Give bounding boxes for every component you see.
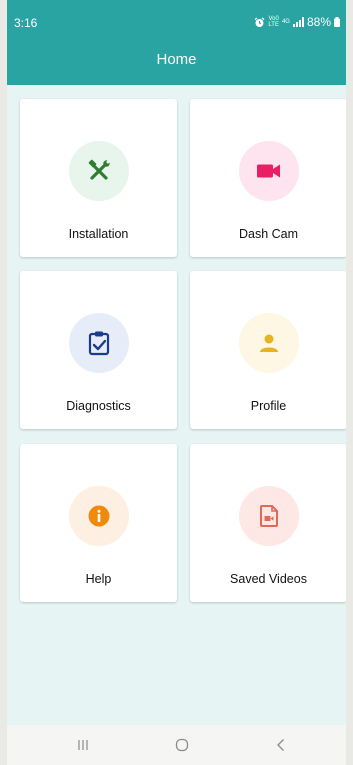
profile-card[interactable]: Profile bbox=[190, 271, 346, 429]
saved-videos-label: Saved Videos bbox=[230, 572, 307, 586]
status-time: 3:16 bbox=[14, 16, 38, 30]
profile-icon-circle bbox=[239, 313, 299, 373]
video-file-icon bbox=[260, 505, 278, 527]
saved-videos-card[interactable]: Saved Videos bbox=[190, 444, 346, 602]
help-card[interactable]: Help bbox=[20, 444, 177, 602]
saved-videos-icon-circle bbox=[239, 486, 299, 546]
recent-apps-icon bbox=[78, 740, 88, 750]
status-icons: Vo0 LTE 4G 88% bbox=[254, 15, 340, 29]
alarm-icon bbox=[255, 16, 265, 27]
dash-cam-icon-circle bbox=[239, 141, 299, 201]
diagnostics-card[interactable]: Diagnostics bbox=[20, 271, 177, 429]
help-icon-circle bbox=[69, 486, 129, 546]
phone-screen: 3:16 Vo0 LTE 4G 88% Home Installation Da… bbox=[7, 0, 346, 765]
person-icon bbox=[260, 334, 278, 352]
back-button[interactable] bbox=[269, 737, 293, 753]
installation-label: Installation bbox=[68, 227, 129, 241]
home-button[interactable] bbox=[170, 737, 194, 753]
diagnostics-label: Diagnostics bbox=[66, 399, 131, 413]
page-title: Home bbox=[156, 51, 197, 68]
installation-card[interactable]: Installation bbox=[20, 99, 177, 257]
battery-icon bbox=[334, 17, 340, 27]
recent-apps-button[interactable] bbox=[71, 737, 95, 753]
system-nav-bar bbox=[7, 725, 346, 765]
diagnostics-icon-circle bbox=[69, 313, 129, 373]
status-bar: 3:16 Vo0 LTE 4G 88% bbox=[7, 0, 346, 36]
signal-icon bbox=[292, 17, 304, 27]
back-chevron-icon bbox=[277, 739, 284, 751]
volte-indicator: Vo0 LTE bbox=[268, 16, 279, 28]
battery-percent: 88% bbox=[306, 15, 331, 29]
installation-icon-circle bbox=[69, 141, 129, 201]
tools-icon bbox=[88, 159, 110, 180]
home-circle-icon bbox=[175, 738, 189, 752]
profile-label: Profile bbox=[250, 399, 287, 413]
help-label: Help bbox=[85, 572, 112, 586]
dash-cam-card[interactable]: Dash Cam bbox=[190, 99, 346, 257]
info-icon bbox=[88, 505, 110, 527]
network-type-label: 4G bbox=[281, 19, 290, 25]
video-camera-icon bbox=[257, 164, 280, 178]
clipboard-check-icon bbox=[88, 331, 110, 356]
app-bar: Home bbox=[7, 36, 346, 85]
network-bottom-label: LTE bbox=[268, 22, 279, 28]
dash-cam-label: Dash Cam bbox=[238, 227, 299, 241]
